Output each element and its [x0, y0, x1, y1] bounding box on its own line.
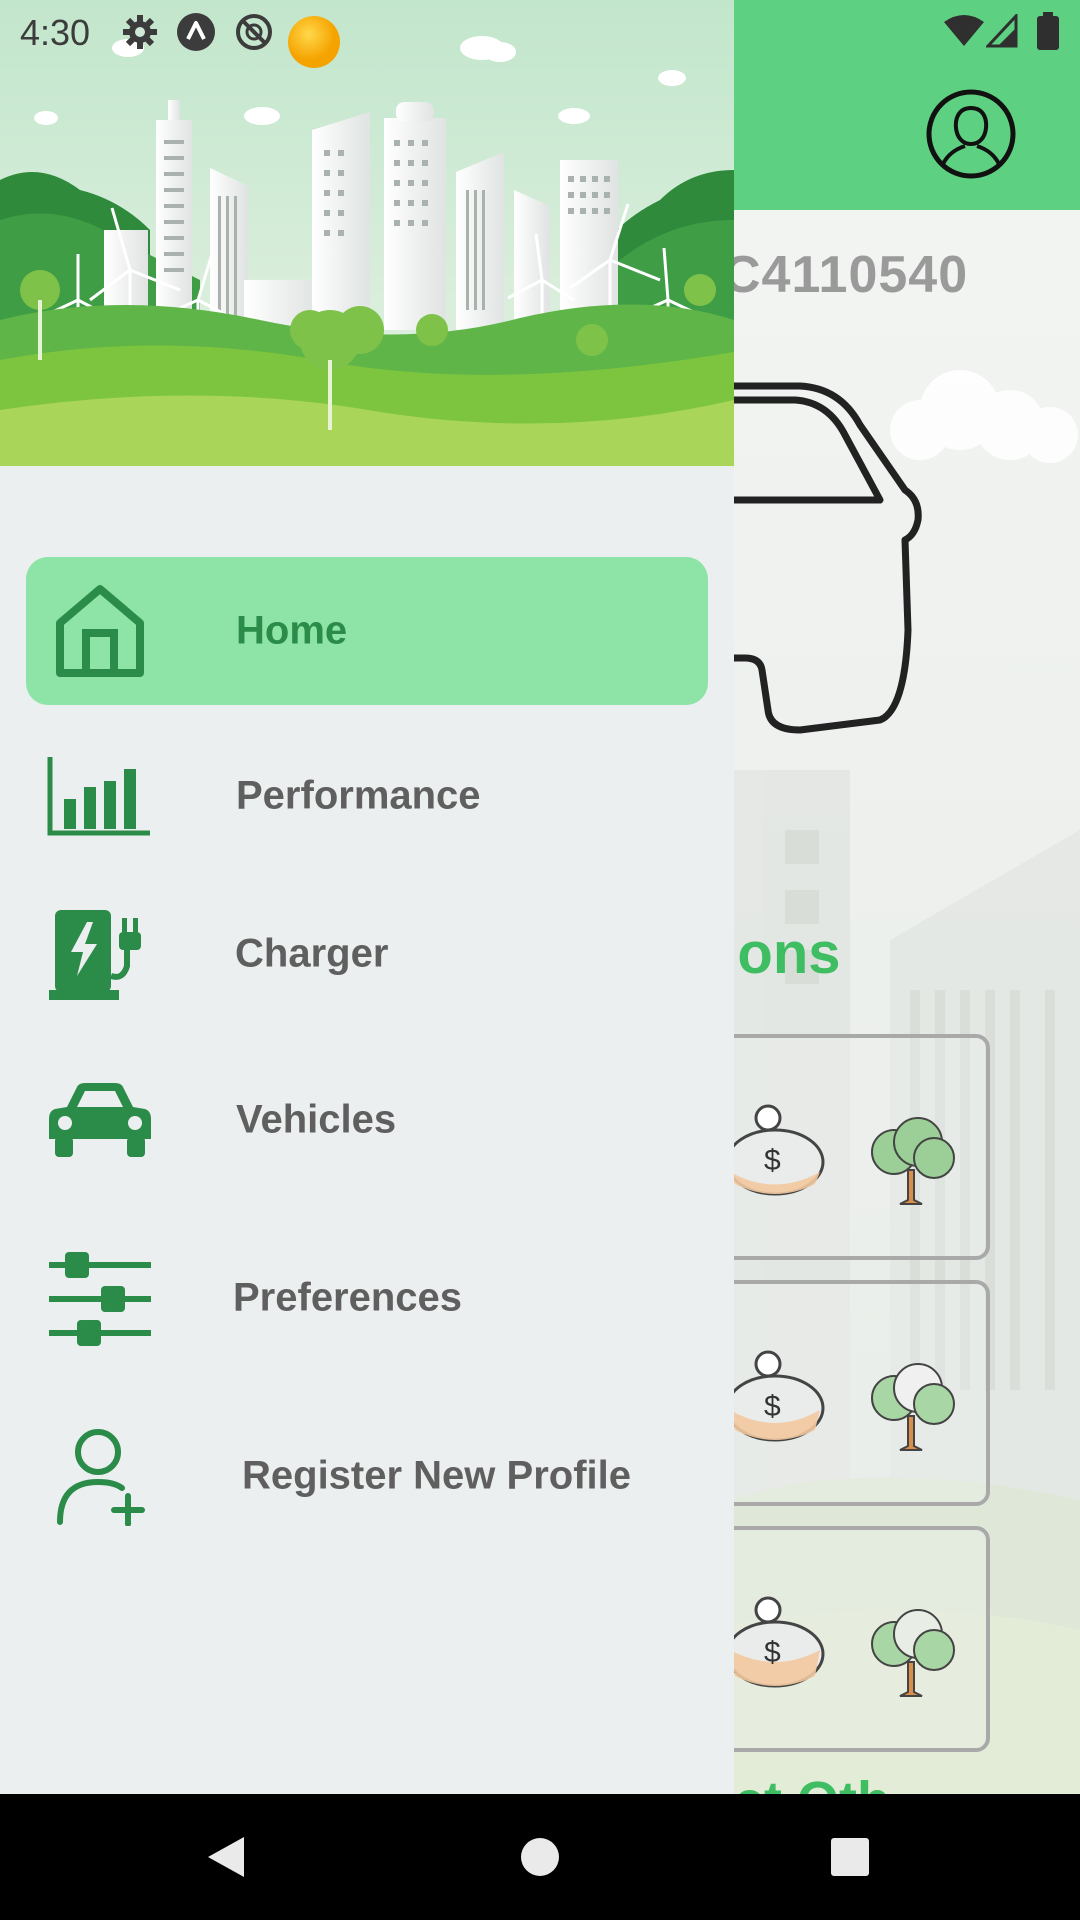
back-icon[interactable]	[166, 1794, 286, 1920]
wifi-icon	[944, 15, 984, 46]
drawer-item-preferences[interactable]: Preferences	[26, 1224, 708, 1372]
drawer-item-label: Home	[236, 608, 348, 653]
sun-icon	[288, 16, 340, 68]
app-a-icon	[177, 13, 215, 51]
drawer-item-label: Register New Profile	[242, 1453, 632, 1498]
svg-text:$: $	[764, 1390, 781, 1423]
no-signal-circle-icon	[236, 14, 272, 50]
add-user-icon	[44, 1402, 156, 1550]
piggy-bank-icon: $	[725, 1350, 825, 1442]
car-icon	[44, 1046, 156, 1194]
cell-signal-icon	[986, 14, 1018, 48]
home-icon	[44, 557, 156, 705]
drawer-item-label: Preferences	[233, 1275, 463, 1320]
svg-text:$: $	[764, 1144, 781, 1177]
recents-icon[interactable]	[790, 1794, 910, 1920]
bar-chart-icon	[44, 722, 156, 870]
svg-text:$: $	[764, 1636, 781, 1669]
settings-icon	[123, 15, 157, 49]
drawer-item-vehicles[interactable]: Vehicles	[26, 1046, 708, 1194]
status-bar: 4:30	[0, 0, 1080, 68]
drawer-item-charger[interactable]: Charger	[26, 880, 708, 1028]
drawer-item-home[interactable]: Home	[26, 557, 708, 705]
vehicle-id-text: C4110540	[723, 246, 969, 304]
profile-avatar-icon[interactable]	[925, 88, 1017, 180]
eco-city-header-image	[0, 0, 734, 466]
ev-charger-icon	[44, 880, 156, 1028]
tree-icon	[871, 1363, 955, 1451]
drawer-item-label: Charger	[235, 931, 389, 976]
navigation-drawer: Home Performance Charger Vehicles Prefer…	[0, 0, 734, 1794]
drawer-item-label: Performance	[236, 773, 481, 818]
drawer-item-performance[interactable]: Performance	[26, 722, 708, 870]
tree-icon	[871, 1117, 955, 1205]
sliders-icon	[44, 1224, 156, 1372]
home-circle-icon[interactable]	[480, 1794, 600, 1920]
piggy-bank-icon: $	[725, 1104, 825, 1196]
drawer-item-label: Vehicles	[236, 1097, 397, 1142]
battery-icon	[1037, 12, 1059, 50]
drawer-item-register-new-profile[interactable]: Register New Profile	[26, 1402, 708, 1550]
system-navigation-bar	[0, 1794, 1080, 1920]
tree-icon	[871, 1609, 955, 1697]
piggy-bank-icon: $	[725, 1596, 825, 1688]
status-time: 4:30	[20, 12, 91, 53]
